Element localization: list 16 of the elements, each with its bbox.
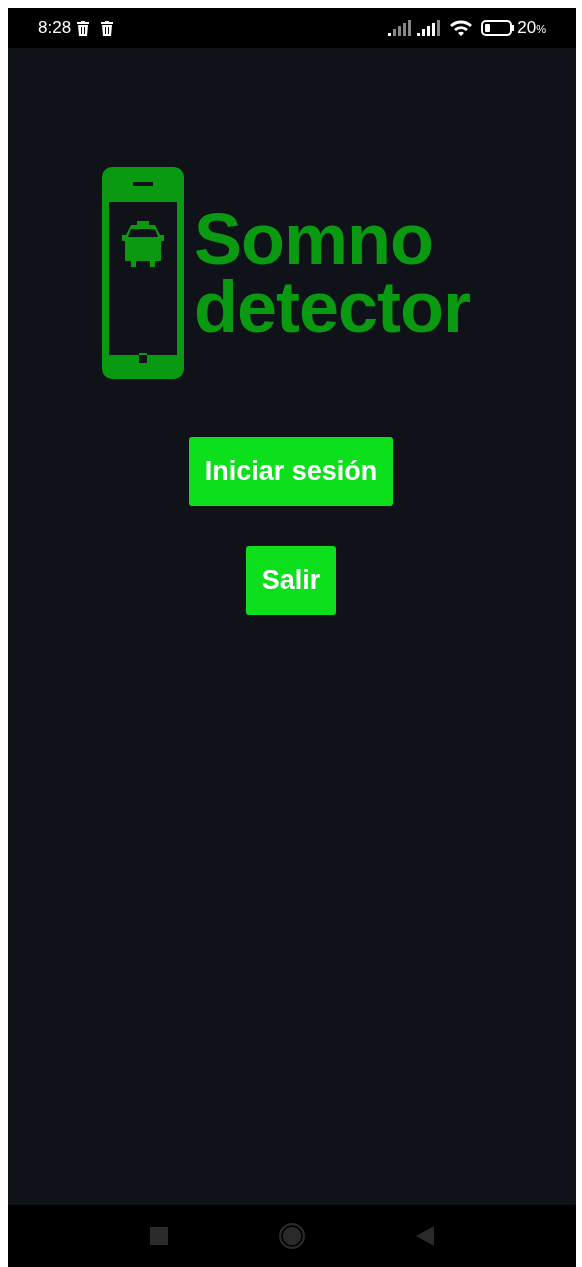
battery-level: 20% bbox=[517, 17, 546, 40]
logo-text: Somno bbox=[193, 205, 434, 273]
trash-icon bbox=[76, 20, 91, 36]
signal-icon bbox=[417, 20, 442, 36]
home-nav-icon[interactable] bbox=[278, 1222, 306, 1250]
trash-icon bbox=[100, 20, 115, 36]
menu-button[interactable]: Salir bbox=[245, 546, 337, 615]
square-nav-icon[interactable] bbox=[150, 1227, 168, 1245]
phone-car-icon bbox=[101, 167, 184, 379]
wifi-icon bbox=[449, 19, 474, 37]
battery-icon bbox=[481, 20, 516, 36]
back-nav-icon[interactable] bbox=[416, 1226, 434, 1246]
menu-button[interactable]: Iniciar sesión bbox=[188, 437, 394, 506]
signal-icon bbox=[388, 20, 413, 36]
logo-text: detector bbox=[193, 273, 471, 341]
status-time: 8:28 bbox=[38, 17, 72, 40]
